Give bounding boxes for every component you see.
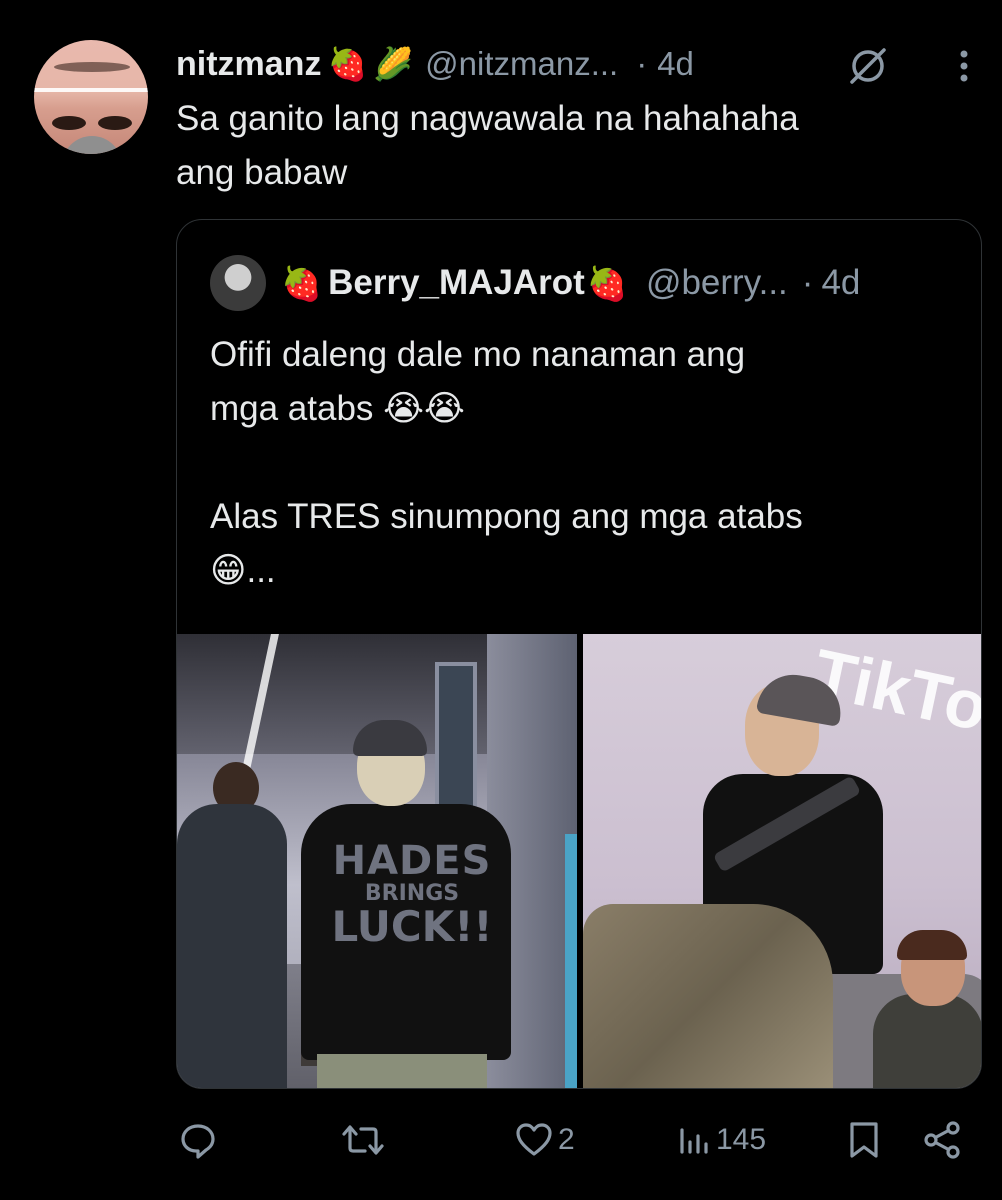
photo-detail [177,804,287,1088]
avatar-detail [34,88,148,92]
photo-detail [317,1054,487,1088]
separator-dot: · [636,45,648,82]
shirt-print-text: HADES BRINGS LUCK!! [331,838,493,952]
avatar-detail [54,62,130,72]
bookmark-button[interactable] [844,1112,884,1168]
author-emoji-corn: 🌽 [373,46,414,82]
avatar-detail [98,116,132,130]
avatar-detail [52,116,86,130]
quoted-media-grid: HADES BRINGS LUCK!! TikTo [177,634,981,1088]
quoted-author-handle: @berry... [645,263,788,302]
quoted-tweet-header: 🍓 Berry_MAJArot 🍓 @berry... · 4d [281,258,860,308]
tweet-text: Sa ganito lang nagwawala na hahahaha ang… [176,99,799,192]
like-button[interactable]: 2 [514,1112,575,1168]
like-icon [514,1118,554,1162]
quoted-tweet-text: Ofifi daleng dale mo nanaman ang mga ata… [210,335,803,590]
photo-detail [565,834,577,1088]
photo-detail [897,930,967,960]
author-name[interactable]: nitzmanz [176,45,321,84]
separator-dot: · [801,263,814,302]
view-count: 145 [716,1123,767,1156]
media-photo[interactable]: HADES BRINGS LUCK!! [177,634,577,1088]
quoted-author-name: Berry_MAJArot [328,263,585,302]
quoted-author-emoji-strawberry: 🍓 [586,264,628,302]
share-button[interactable] [920,1112,964,1168]
tweet-action-bar: 2 145 [176,1112,976,1168]
reply-icon [176,1118,220,1162]
share-icon [920,1118,964,1162]
quoted-author-emoji-strawberry: 🍓 [281,264,323,302]
tweet-time[interactable]: 4d [657,45,694,83]
photo-detail [583,904,833,1088]
author-handle[interactable]: @nitzmanz... [425,45,618,83]
media-photo[interactable]: TikTo [583,634,981,1088]
views-icon [676,1118,712,1162]
tweet-header: nitzmanz 🍓 🌽 @nitzmanz... · 4d [176,40,976,88]
author-emoji-strawberry: 🍓 [327,46,368,82]
bookmark-icon [844,1118,884,1162]
author-avatar[interactable] [34,40,148,154]
retweet-icon [340,1118,386,1162]
quoted-author-avatar[interactable] [210,255,266,311]
grok-icon[interactable] [846,44,890,93]
like-count: 2 [558,1123,575,1156]
retweet-button[interactable] [340,1112,390,1168]
photo-detail [873,994,981,1088]
avatar-detail [62,136,122,154]
views-button[interactable]: 145 [676,1112,766,1168]
quoted-tweet[interactable]: 🍓 Berry_MAJArot 🍓 @berry... · 4d Ofifi d… [176,219,982,1089]
reply-button[interactable] [176,1112,224,1168]
quoted-tweet-time: 4d [821,263,861,302]
more-icon[interactable] [956,44,972,93]
